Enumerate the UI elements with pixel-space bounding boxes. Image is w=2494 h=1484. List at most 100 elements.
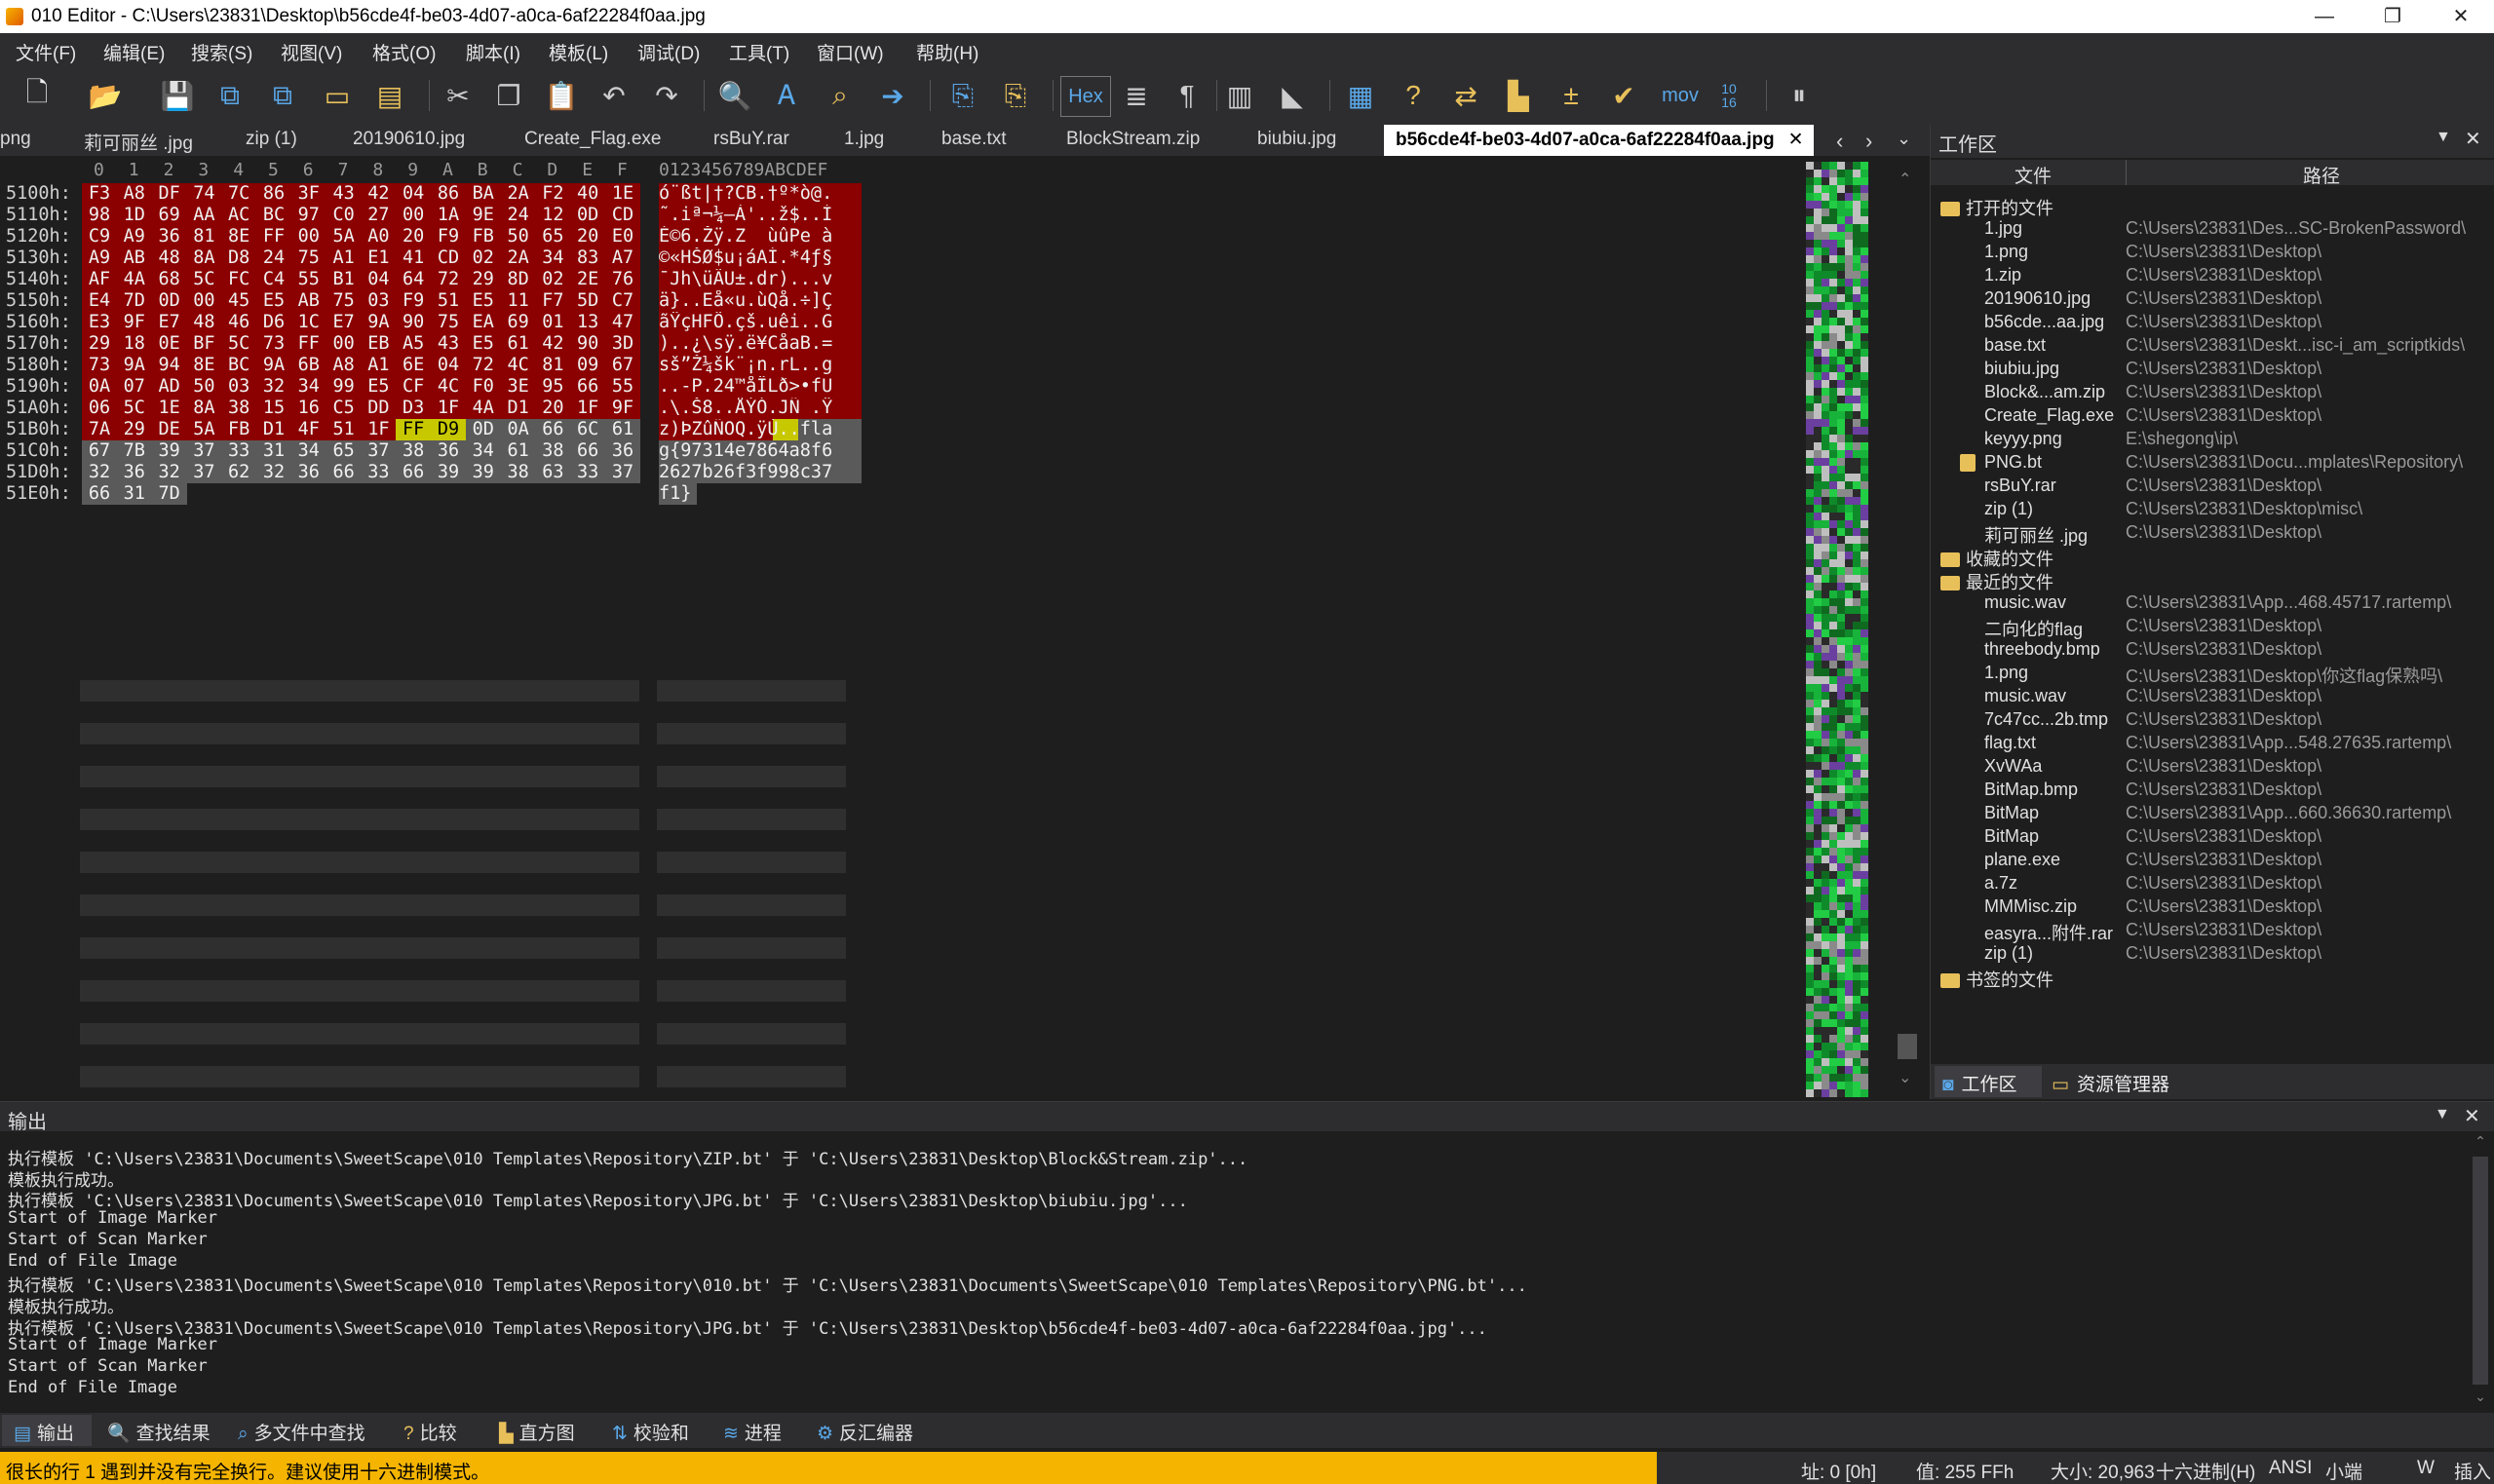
text-mode-icon[interactable]: ≣ [1117,76,1156,115]
menu-template[interactable]: 模板(L) [549,39,608,65]
hex-byte[interactable]: 66 [535,419,571,440]
run-script-icon[interactable]: ⎘ [996,76,1035,115]
hex-byte[interactable]: 74 [186,183,222,205]
hex-byte[interactable]: 42 [535,333,571,355]
hex-byte[interactable]: 1F [570,398,606,419]
hex-byte[interactable]: 29 [116,419,152,440]
hex-byte[interactable]: 20 [535,398,571,419]
hex-byte[interactable]: 86 [431,183,466,205]
hex-byte[interactable]: 55 [290,269,326,290]
paste-icon[interactable]: 📋 [542,76,581,115]
hex-byte[interactable]: FF [256,226,291,247]
tab-list-icon[interactable]: ⌄ [1897,129,1911,149]
inspector-icon[interactable]: ? [1394,76,1433,115]
hex-row[interactable]: 5170h: 29 18 0E BF 5C 73 FF 00 EB A5 43 E5 61 42 90 3D).… [0,333,862,355]
hex-byte[interactable]: 66 [396,462,432,483]
hex-byte[interactable]: 43 [326,183,362,205]
workspace-file-row[interactable]: rsBuY.rar C:\Users\23831\Desktop\ [1931,476,2494,499]
hex-byte[interactable]: 9A [116,355,152,376]
workspace-file-row[interactable]: XvWAa C:\Users\23831\Desktop\ [1931,756,2494,780]
hex-byte[interactable]: 6E [396,355,432,376]
workspace-file-row[interactable]: b56cde...aa.jpg C:\Users\23831\Desktop\ [1931,312,2494,335]
hex-row[interactable]: 5180h: 73 9A 94 8E BC 9A 6B A8 A1 6E 04 72 4C 81 09 67 sš… [0,355,862,376]
hex-byte[interactable]: 0D [465,419,501,440]
hex-byte[interactable]: 45 [221,290,257,312]
hex-byte[interactable]: A1 [361,355,397,376]
hex-byte[interactable]: 9A [361,312,397,333]
hex-byte[interactable]: 20 [396,226,432,247]
hex-byte[interactable]: E0 [605,226,640,247]
hex-byte[interactable]: 0D [570,205,606,226]
hex-byte[interactable]: 7A [82,419,117,440]
save-as-icon[interactable]: ⧉ [211,76,249,115]
hex-byte[interactable]: 2A [500,247,536,269]
new-file-icon[interactable]: 🗋 [18,76,57,115]
workspace-file-row[interactable]: keyyy.png E:\shegong\ip\ [1931,429,2494,452]
tab-process[interactable]: ≋ 进程 [723,1419,782,1445]
hex-byte[interactable]: 7D [151,483,187,505]
hex-byte[interactable]: 72 [431,269,466,290]
hex-byte[interactable]: C7 [605,290,640,312]
hex-byte[interactable]: 8E [221,226,257,247]
hex-byte[interactable]: 1E [151,398,187,419]
hex-row[interactable]: 5130h: A9 AB 48 8A D8 24 75 A1 E1 41 CD 02 2A 34 83 A7 ©«… [0,247,862,269]
tab-disassembler[interactable]: ⚙ 反汇编器 [817,1419,913,1445]
hex-byte[interactable]: 00 [326,333,362,355]
hex-byte[interactable]: 81 [535,355,571,376]
status-insert[interactable]: 插入 [2454,1458,2491,1484]
tab-find-results[interactable]: 🔍 查找结果 [107,1419,211,1445]
hex-byte[interactable]: 73 [256,333,291,355]
hex-byte[interactable]: 66 [326,462,362,483]
group-bookmark-files[interactable]: 书签的文件 [1940,967,2053,992]
hex-byte[interactable]: 95 [535,376,571,398]
hex-byte[interactable]: 38 [535,440,571,462]
hex-byte[interactable]: 64 [396,269,432,290]
hex-byte[interactable]: 94 [151,355,187,376]
hex-byte[interactable]: D1 [500,398,536,419]
hex-byte[interactable]: E3 [82,312,117,333]
hex-byte[interactable]: FF [290,333,326,355]
hex-byte[interactable]: 5C [221,333,257,355]
hex-byte[interactable]: 36 [431,440,466,462]
hex-byte[interactable]: 1C [290,312,326,333]
workspace-file-row[interactable]: music.wav C:\Users\23831\Desktop\ [1931,686,2494,709]
hex-byte[interactable]: A0 [361,226,397,247]
hex-byte[interactable]: 72 [465,355,501,376]
workspace-file-row[interactable]: 1.png C:\Users\23831\Desktop\你这flag保熟吗\ [1931,663,2494,686]
hex-row[interactable]: 51D0h: 32 36 32 37 62 32 36 66 33 66 39 39 38 63 33 37 26… [0,462,862,483]
hex-byte[interactable]: 75 [290,247,326,269]
hex-byte[interactable]: 6C [570,419,606,440]
output-scroll-thumb[interactable] [2473,1157,2488,1385]
hex-byte[interactable]: 04 [396,183,432,205]
hex-byte[interactable]: 37 [361,440,397,462]
hex-ascii[interactable]: )..¿\sÿ.ë¥CåaB.= [659,333,862,355]
output-scrollbar[interactable]: ⌃ ⌄ [2470,1133,2491,1408]
hex-byte[interactable]: 67 [605,355,640,376]
hex-byte[interactable]: 0E [151,333,187,355]
hex-byte[interactable]: 42 [361,183,397,205]
hex-byte[interactable]: 50 [186,376,222,398]
hex-byte[interactable]: 4A [116,269,152,290]
tab-20190610-jpg[interactable]: 20190610.jpg [353,129,465,150]
hex-byte[interactable]: 34 [290,376,326,398]
hex-byte[interactable]: 47 [605,312,640,333]
hex-byte[interactable]: 8D [500,269,536,290]
hex-byte[interactable]: A7 [605,247,640,269]
open-file-icon[interactable]: 📂 [86,76,125,115]
hex-byte[interactable]: 32 [256,376,291,398]
workspace-tab[interactable]: ◙ 工作区 [1935,1066,2042,1097]
hex-byte[interactable]: 3E [500,376,536,398]
scroll-down-icon[interactable]: ⌄ [1899,1068,1911,1087]
hex-byte[interactable]: 65 [326,440,362,462]
workspace-file-row[interactable]: base.txt C:\Users\23831\Deskt...isc-i_am_… [1931,335,2494,359]
save-all-icon[interactable]: ⧉ [263,76,302,115]
panel-close-icon[interactable]: ✕ [2465,127,2481,151]
hex-ascii[interactable]: .\.Š8..ÅÝÓ.JÑ .Ÿ [659,398,862,419]
hex-byte[interactable]: 9A [256,355,291,376]
status-w[interactable]: W [2417,1458,2435,1479]
hex-byte[interactable]: DF [151,183,187,205]
hex-byte[interactable]: 5C [186,269,222,290]
hex-byte[interactable]: 32 [256,462,291,483]
hex-byte[interactable]: 63 [535,462,571,483]
hex-row[interactable]: 51E0h: 66 31 7D f1} [0,483,858,505]
